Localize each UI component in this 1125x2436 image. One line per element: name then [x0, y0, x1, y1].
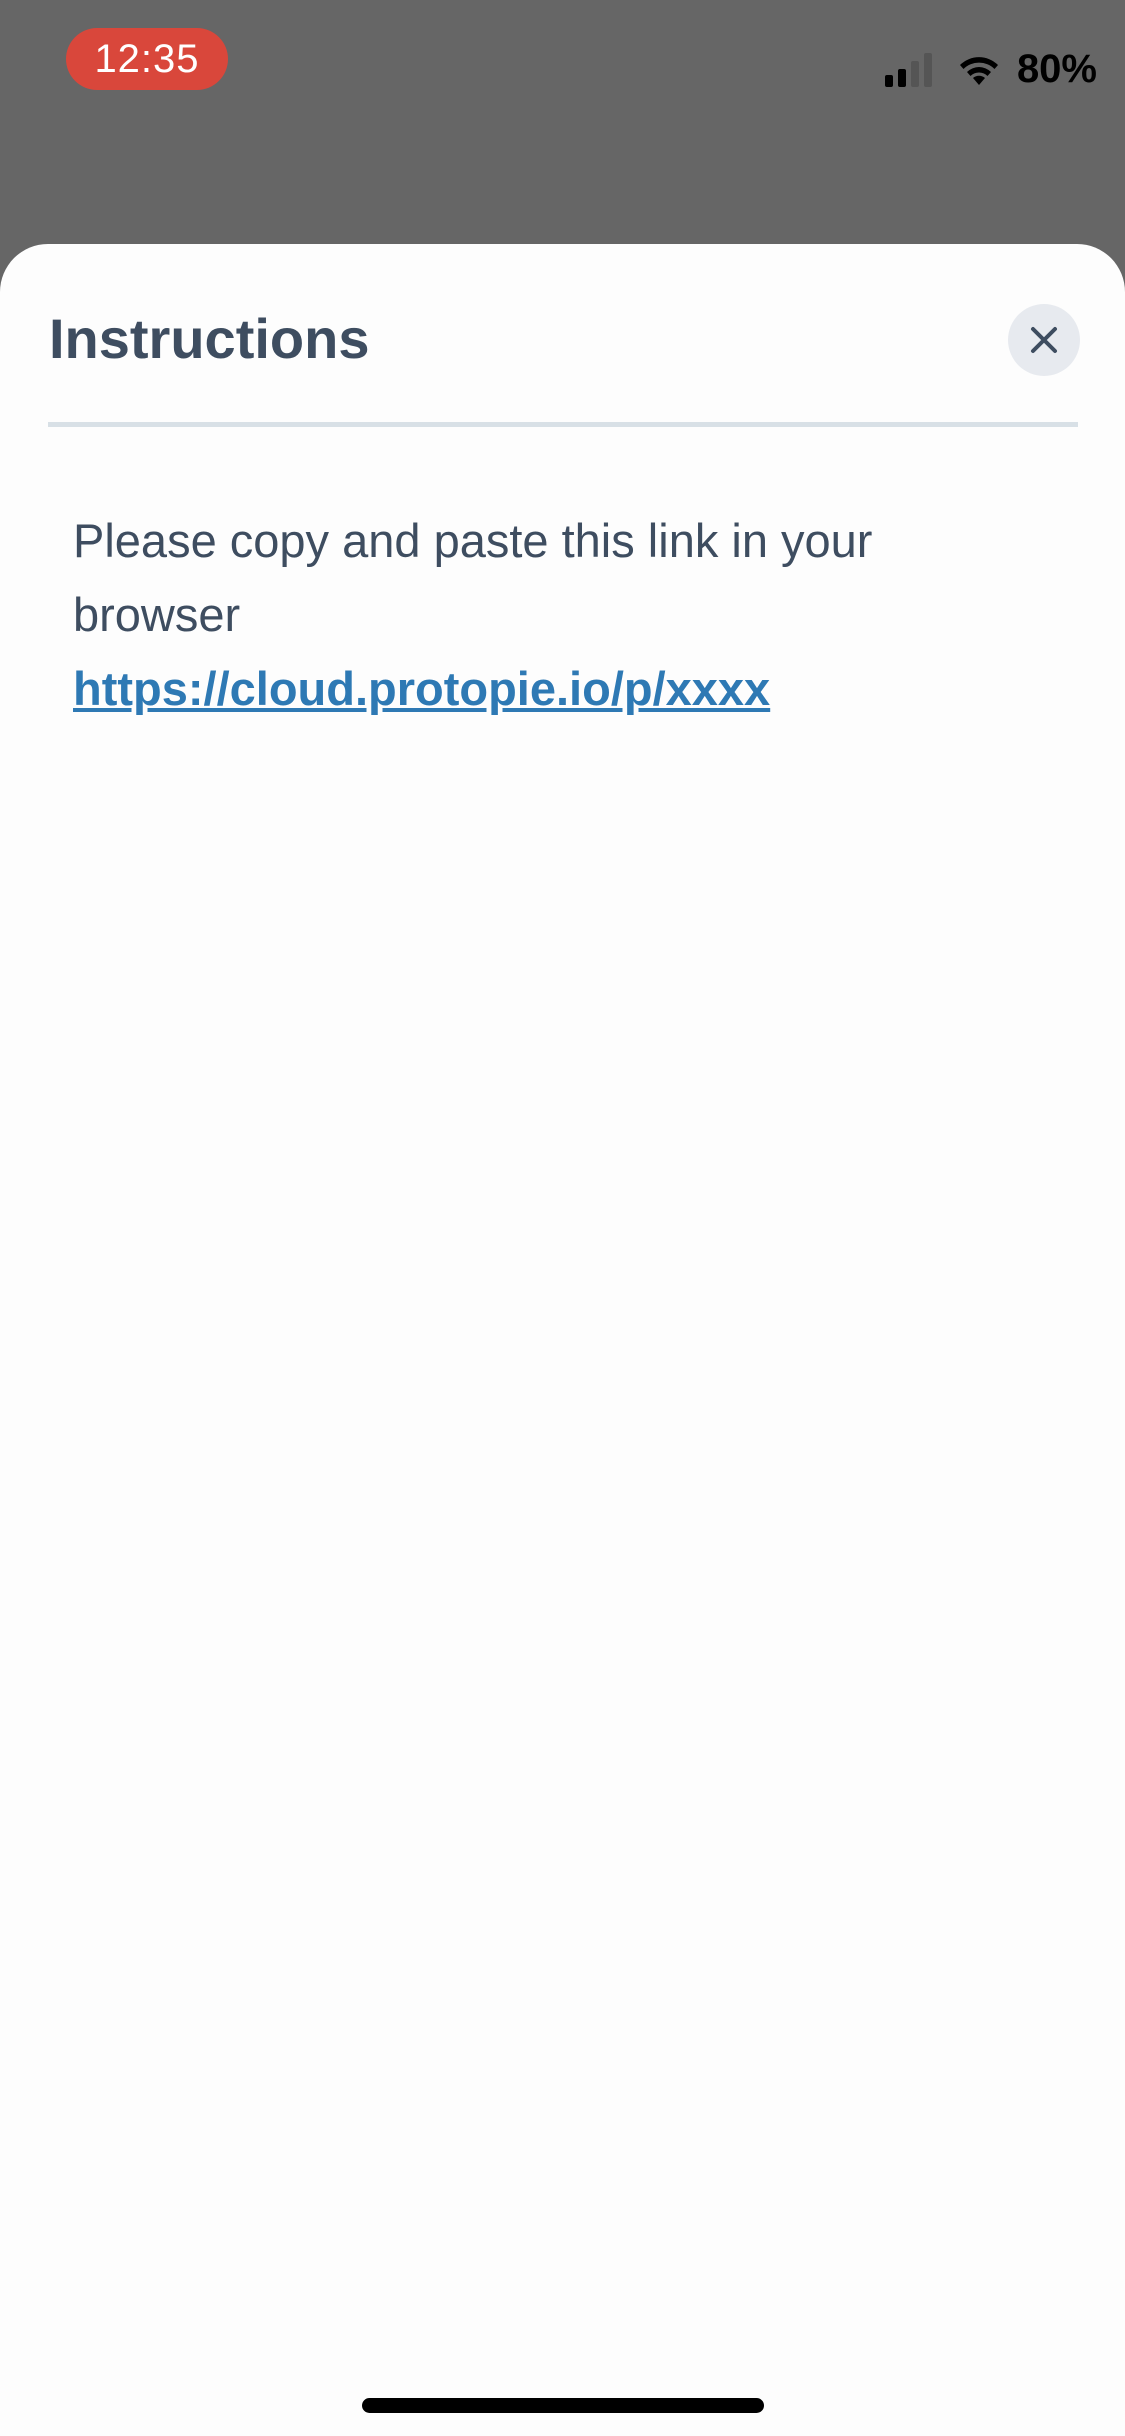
- signal-icon: [884, 51, 937, 87]
- sheet-title: Instructions: [49, 307, 370, 370]
- instructions-sheet: Instructions Please copy and paste this …: [0, 244, 1125, 2436]
- battery-percentage: 80%: [1016, 46, 1097, 91]
- status-bar: 12:35 80%: [0, 0, 1125, 140]
- instruction-message: Please copy and paste this link in your …: [73, 514, 873, 641]
- protopie-link[interactable]: https://cloud.protopie.io/p/xxxx: [73, 652, 1033, 726]
- status-time: 12:35: [66, 28, 228, 90]
- close-icon: [1031, 327, 1057, 353]
- wifi-icon: [959, 57, 998, 85]
- instruction-body: Please copy and paste this link in your …: [73, 504, 1033, 726]
- close-button[interactable]: [1008, 304, 1080, 376]
- home-indicator: [362, 2398, 764, 2413]
- status-indicators: 80%: [884, 44, 1097, 94]
- header-divider: [48, 422, 1078, 427]
